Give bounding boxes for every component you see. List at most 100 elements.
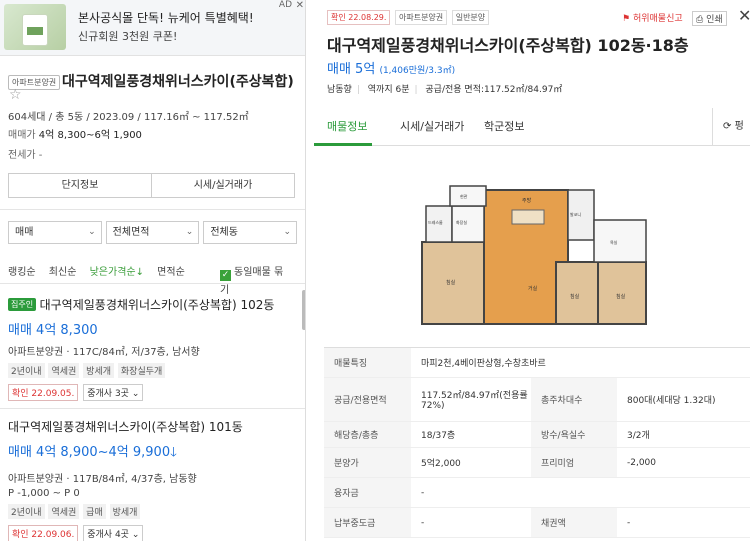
spec-key: 공급/전용면적 [324,378,411,421]
sale-price-range: 매매가 4억 8,300~6억 1,900 [8,126,142,141]
ad-badge: AD [278,0,292,10]
owner-tag: 집주인 [8,298,37,311]
spec-value: 마피2천,4베이판상형,수창초바르 [421,359,546,369]
detail-info: 남동향 | 역까지 6분 | 공급/전용 면적:117.52㎡/84.97㎡ [327,82,567,95]
plan-label: 침실 [570,293,580,300]
trade-type-select[interactable]: 매매 ⌄ [8,221,102,244]
scrollbar-thumb[interactable] [302,290,305,330]
spec-value: 3/2개 [627,431,650,441]
active-tab-indicator [314,143,372,146]
sort-low-price[interactable]: 낮은가격순↓ [90,267,144,278]
favorite-star-icon[interactable]: ☆ [9,87,22,103]
floor-plan[interactable]: 침실 거실 주방 침실 침실 드레스룸 화장실 발코니 욕실 현관 [420,180,654,326]
print-button[interactable]: ⎙ 인쇄 [692,11,727,26]
building-value: 전체동 [210,227,238,238]
report-button[interactable]: ⚑ 허위매물신고 [622,11,683,24]
complex-summary: 아파트분양권 대구역제일풍경채위너스카이(주상복합) ☆ 604세대 / 총 5… [0,56,305,166]
spec-row: 납부중도금 - 채권액 - [324,508,750,538]
spec-value: 117.52㎡/84.97㎡(전용률72%) [421,391,528,411]
ad-title: 본사공식몰 단독! 뉴케어 특별혜택! [78,11,254,25]
detail-title: 대구역제일풍경채위너스카이(주상복합) 102동·18층 [327,36,689,55]
spec-table: 매물특징 마피2천,4베이판상형,수창초바르 공급/전용면적 117.52㎡/8… [324,347,750,538]
divider [0,283,305,284]
chip: 급매 [83,504,106,519]
plan-label: 드레스룸 [428,219,443,225]
spec-row: 해당층/총층 18/37층 방수/욕실수 3/2개 [324,422,750,448]
chip: 방세개 [109,504,141,519]
spec-key: 프리미엄 [531,448,617,477]
agents-dropdown[interactable]: 중개사 4곳 ⌄ [83,525,144,541]
listing-price: 매매 4억 8,300 [8,323,98,338]
detail-price-value: 매매 5억 [327,62,376,77]
refresh-button[interactable]: ⟳ 펑 [712,108,750,145]
bathroom-right [593,219,647,263]
spec-key: 납부중도금 [324,508,411,537]
listing-item[interactable]: 대구역제일풍경채위너스카이(주상복합) 101동 매매 4억 8,900~4억 … [8,418,305,541]
filter-bar: 매매 ⌄ 전체면적 ⌄ 전체동 ⌄ [8,221,298,244]
ad-banner[interactable]: 본사공식몰 단독! 뉴케어 특별혜택! 신규회원 3천원 쿠폰! AD ✕ [0,0,305,56]
spec-key: 해당층/총층 [324,422,411,447]
plan-label: 발코니 [570,211,581,217]
sort-ranking[interactable]: 랭킹순 [8,267,36,278]
type-tag: 아파트분양권 [394,10,448,25]
detail-tags: 확인 22.08.29. 아파트분양권 일반분양 [327,10,491,25]
sort-area[interactable]: 면적순 [157,267,185,278]
listing-chips: 2년이내 역세권 급매 방세개 [8,504,305,519]
tab-school-info[interactable]: 학군정보 [484,118,524,134]
ad-close-icon[interactable]: ✕ [296,0,304,11]
sale-type-tag: 일반분양 [451,10,490,25]
divider: | [356,85,360,95]
agents-count: 중개사 3곳 [87,389,129,399]
spec-value: - [421,517,425,528]
chevron-down-icon: ⌄ [88,227,96,237]
close-icon[interactable]: ✕ [738,6,750,25]
listing-confirm-row: 확인 22.09.06. 중개사 4곳 ⌄ [8,525,305,541]
plan-label: 욕실 [610,239,618,245]
tab-complex-info[interactable]: 단지정보 [9,174,152,197]
floor-plan-drawing: 침실 거실 주방 침실 침실 드레스룸 화장실 발코니 욕실 현관 [420,180,654,326]
spec-row: 공급/전용면적 117.52㎡/84.97㎡(전용률72%) 총주차대수 800… [324,378,750,422]
trade-type-value: 매매 [15,227,34,238]
siren-icon: ⚑ [622,14,631,24]
spec-value: 800대(세대당 1.32대) [627,396,716,406]
report-label: 허위매물신고 [632,14,683,24]
listing-desc: 아파트분양권 · 117B/84㎡, 4/37층, 남동향 [8,474,197,485]
area-select[interactable]: 전체면적 ⌄ [105,221,200,244]
detail-panel: 확인 22.08.29. 아파트분양권 일반분양 ⚑ 허위매물신고 ⎙ 인쇄 ✕… [314,0,750,541]
area-value: 전체면적 [112,227,150,238]
listing-premium: P -1,000 ~ P 0 [8,488,80,499]
listing-chips: 2년이내 역세권 방세개 화장실두개 [8,363,305,378]
checkbox-checked-icon: ✓ [220,270,231,281]
sale-price-label: 매매가 [8,130,36,141]
tab-price-history[interactable]: 시세/실거래가 [400,118,464,134]
spec-key: 총주차대수 [531,378,617,421]
agents-count: 중개사 4곳 [87,530,129,540]
chevron-down-icon: ⌄ [131,389,140,399]
detail-tabs: 매물정보 시세/실거래가 학군정보 ⟳ 펑 [314,108,750,146]
print-label: 인쇄 [706,15,723,25]
tab-listing-info[interactable]: 매물정보 [327,118,367,134]
sort-latest[interactable]: 최신순 [49,267,77,278]
spec-key: 방수/욕실수 [531,422,617,447]
utility [449,185,487,207]
plan-label: 현관 [460,193,468,199]
detail-price: 매매 5억 (1,406만원/3.3㎡) [327,58,455,77]
complex-meta: 604세대 / 총 5동 / 2023.09 / 117.16㎡ ~ 117.5… [8,112,249,123]
ad-subtitle: 신규회원 3천원 쿠폰! [78,30,178,43]
same-listing-group-toggle[interactable]: ✓ 동일매물 묶기 [220,263,300,296]
listing-item[interactable]: 집주인 대구역제일풍경채위너스카이(주상복합) 102동 매매 4억 8,300… [8,296,305,401]
arrow-down-icon: 🡓 [170,445,177,460]
agents-dropdown[interactable]: 중개사 3곳 ⌄ [83,384,144,401]
chip: 역세권 [48,363,80,378]
listing-price-text: 매매 4억 8,900~4억 9,900 [8,445,171,460]
chip: 2년이내 [8,363,45,378]
listing-desc: 아파트분양권 · 117C/84㎡, 저/37층, 남서향 [8,347,200,358]
spec-row: 융자금 - [324,478,750,508]
station-distance: 역까지 6분 [367,85,410,95]
plan-label: 주방 [522,197,532,204]
tab-price-history[interactable]: 시세/실거래가 [152,174,294,197]
spec-row: 매물특징 마피2천,4베이판상형,수창초바르 [324,348,750,378]
spec-row: 분양가 5억2,000 프리미엄 -2,000 [324,448,750,478]
building-select[interactable]: 전체동 ⌄ [203,221,298,244]
divider: | [414,85,418,95]
